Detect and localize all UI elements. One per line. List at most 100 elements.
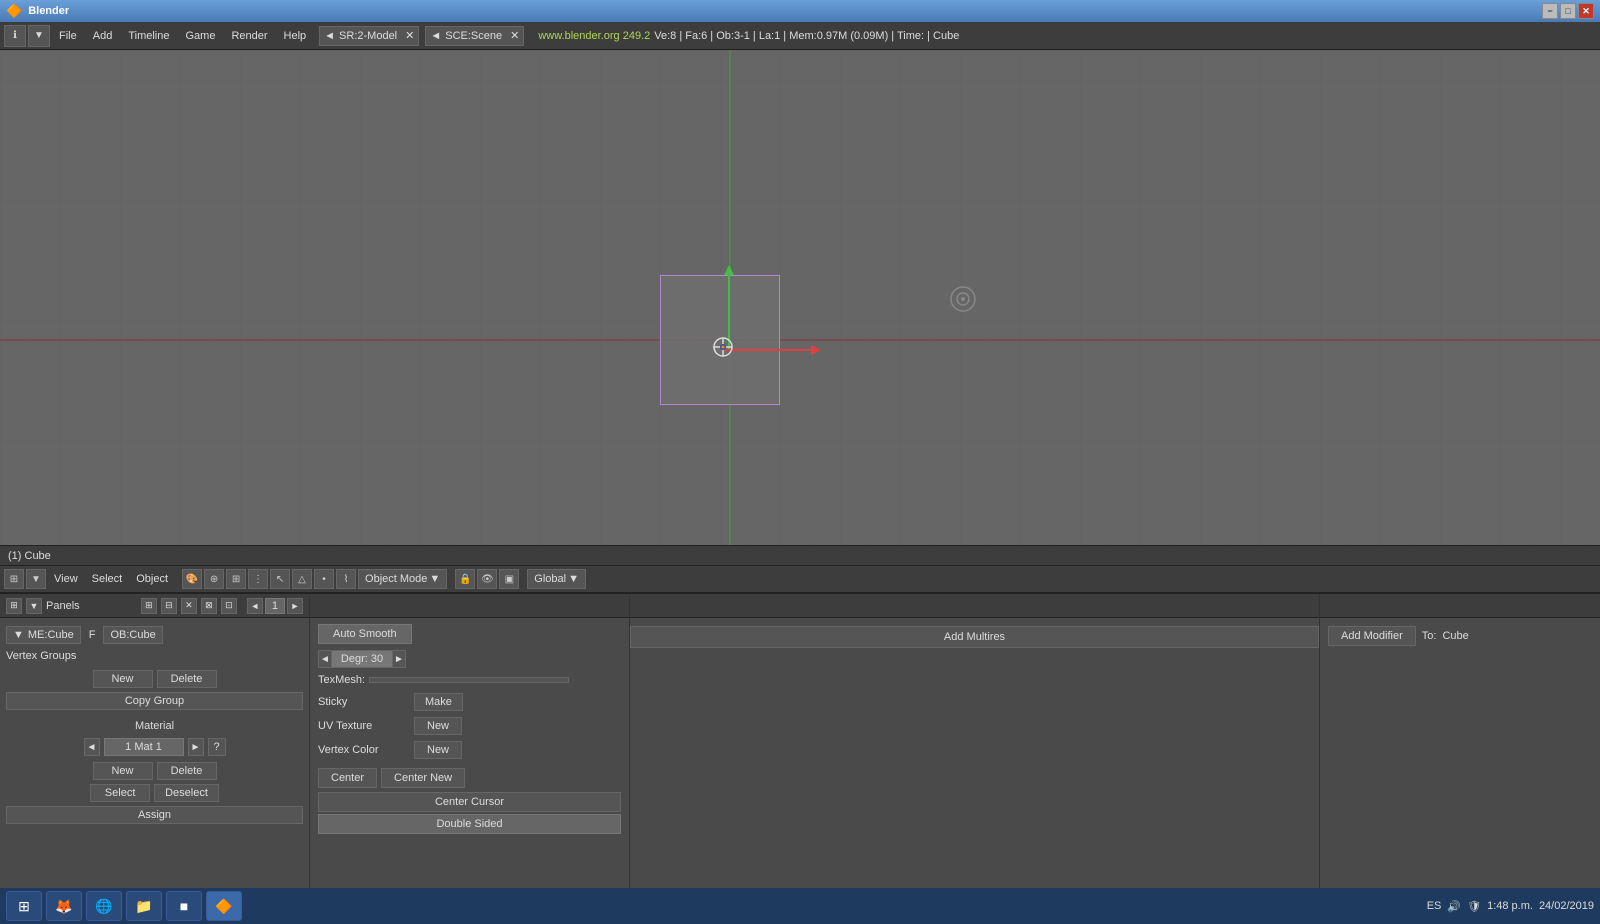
vtb-icon-snap[interactable]: ⊞	[226, 569, 246, 589]
menu-render[interactable]: Render	[224, 28, 274, 44]
prop-header-icon6[interactable]: ⊠	[201, 598, 217, 614]
sce-close[interactable]: ✕	[510, 29, 519, 42]
menu-info-icon[interactable]: ℹ	[4, 25, 26, 47]
titlebar: 🔶 Blender − □ ✕	[0, 0, 1600, 22]
vtb-view-menu[interactable]: View	[48, 571, 84, 587]
firefox-button[interactable]: 🦊	[46, 891, 82, 921]
titlebar-controls: − □ ✕	[1542, 3, 1594, 19]
vtb-icon-snap2[interactable]: ⋮	[248, 569, 268, 589]
viewport-3d[interactable]: (1) Cube	[0, 50, 1600, 565]
ob-dropdown[interactable]: OB:Cube	[103, 626, 162, 644]
sticky-row: Sticky Make	[310, 690, 629, 714]
mode-dropdown[interactable]: Object Mode ▼	[358, 569, 447, 589]
vc-new-btn[interactable]: New	[414, 741, 462, 759]
texmesh-field[interactable]	[369, 677, 569, 683]
vertex-color-label: Vertex Color	[318, 744, 408, 756]
double-sided-btn[interactable]: Double Sided	[318, 814, 621, 834]
center-new-btn[interactable]: Center New	[381, 768, 465, 788]
degr-right-arrow[interactable]: ►	[392, 650, 406, 668]
taskbar-right: ES 🔊 🛡 1:48 p.m. 24/02/2019	[1427, 900, 1594, 913]
cursor-3d	[712, 336, 734, 358]
mat-new-btn[interactable]: New	[93, 762, 153, 780]
firefox-icon: 🦊	[55, 898, 72, 915]
page-next[interactable]: ►	[287, 598, 303, 614]
vtb-icon-grid[interactable]: ⊞	[4, 569, 24, 589]
minimize-button[interactable]: −	[1542, 3, 1558, 19]
vtb-icon-tri[interactable]: △	[292, 569, 312, 589]
vg-new-btn[interactable]: New	[93, 670, 153, 688]
scene-arrow-left[interactable]: ◄	[324, 30, 335, 42]
y-axis-tip	[724, 265, 734, 275]
mat-select-btn[interactable]: Select	[90, 784, 150, 802]
menubar: ℹ ▼ File Add Timeline Game Render Help ◄…	[0, 22, 1600, 50]
vtb-icon-paint[interactable]: 🎨	[182, 569, 202, 589]
vtb-select-menu[interactable]: Select	[86, 571, 129, 587]
menu-add[interactable]: Add	[86, 28, 120, 44]
close-button[interactable]: ✕	[1578, 3, 1594, 19]
properties-mid-panel: Auto Smooth ◄ Degr: 30 ► TexMesh: Sticky…	[310, 594, 630, 888]
mat-next-btn[interactable]: ►	[188, 738, 204, 756]
menu-game[interactable]: Game	[178, 28, 222, 44]
texmesh-inner: TexMesh:	[318, 674, 621, 686]
mat-assign-row: Assign	[6, 806, 303, 824]
prop-header-icon1[interactable]: ⊞	[6, 598, 22, 614]
mat-delete-btn[interactable]: Delete	[157, 762, 217, 780]
folder-button[interactable]: 📁	[126, 891, 162, 921]
pivot-dropdown[interactable]: Global ▼	[527, 569, 586, 589]
uv-texture-row: UV Texture New	[310, 714, 629, 738]
auto-smooth-btn[interactable]: Auto Smooth	[318, 624, 412, 644]
vtb-icon-dot[interactable]: •	[314, 569, 334, 589]
menu-timeline[interactable]: Timeline	[121, 28, 176, 44]
make-btn[interactable]: Make	[414, 693, 463, 711]
panels-label: Panels	[46, 600, 80, 612]
mat-assign-btn[interactable]: Assign	[6, 806, 303, 824]
prop-header-icon7[interactable]: ⊡	[221, 598, 237, 614]
network-button[interactable]: 🌐	[86, 891, 122, 921]
properties-modifier-panel: Add Modifier To: Cube	[1320, 594, 1600, 888]
vtb-icon-arrow[interactable]: ↖	[270, 569, 290, 589]
menu-help[interactable]: Help	[277, 28, 314, 44]
prop-header-icon2[interactable]: ▼	[26, 598, 42, 614]
menu-file[interactable]: File	[52, 28, 84, 44]
menu-view-icon[interactable]: ▼	[28, 25, 50, 47]
app-title: Blender	[28, 5, 69, 17]
copy-group-btn[interactable]: Copy Group	[6, 692, 303, 710]
vtb-icon-curve[interactable]: ⌇	[336, 569, 356, 589]
scene-close[interactable]: ✕	[405, 29, 414, 42]
me-value: ME:Cube	[28, 629, 74, 641]
blender-taskbar-btn[interactable]: 🔶	[206, 891, 242, 921]
add-modifier-btn[interactable]: Add Modifier	[1328, 626, 1416, 646]
scene-dropdown[interactable]: ◄ SR:2-Model ✕	[319, 26, 419, 46]
start-button[interactable]: ⊞	[6, 891, 42, 921]
vtb-icon-square[interactable]: ▣	[499, 569, 519, 589]
vg-delete-btn[interactable]: Delete	[157, 670, 217, 688]
sce-arrow-left[interactable]: ◄	[430, 30, 441, 42]
to-label: To:	[1422, 630, 1437, 642]
mat-btn-row: New Delete	[6, 762, 303, 780]
center-btn[interactable]: Center	[318, 768, 377, 788]
mat-prev-btn[interactable]: ◄	[84, 738, 100, 756]
vtb-icon-lock[interactable]: 🔒	[455, 569, 475, 589]
me-ob-row: ▼ ME:Cube F OB:Cube	[6, 626, 303, 644]
texmesh-row: TexMesh:	[310, 670, 629, 690]
vtb-object-menu[interactable]: Object	[130, 571, 174, 587]
material-label: Material	[6, 720, 303, 732]
center-cursor-btn[interactable]: Center Cursor	[318, 792, 621, 812]
start-icon: ⊞	[18, 898, 30, 915]
mat-question-btn[interactable]: ?	[208, 738, 226, 756]
vtb-icon-magnet[interactable]: ⊛	[204, 569, 224, 589]
degr-left-arrow[interactable]: ◄	[318, 650, 332, 668]
prop-header-icon3[interactable]: ⊞	[141, 598, 157, 614]
mat-deselect-btn[interactable]: Deselect	[154, 784, 219, 802]
prop-header-icon4[interactable]: ⊟	[161, 598, 177, 614]
add-multires-btn[interactable]: Add Multires	[630, 626, 1319, 648]
me-dropdown[interactable]: ▼ ME:Cube	[6, 626, 81, 644]
maximize-button[interactable]: □	[1560, 3, 1576, 19]
vtb-icon-eye[interactable]: 👁	[477, 569, 497, 589]
page-prev[interactable]: ◄	[247, 598, 263, 614]
taskbar-app-btn[interactable]: ■	[166, 891, 202, 921]
sce-dropdown[interactable]: ◄ SCE:Scene ✕	[425, 26, 524, 46]
uv-new-btn[interactable]: New	[414, 717, 462, 735]
prop-header-icon5[interactable]: ✕	[181, 598, 197, 614]
vtb-icon-down[interactable]: ▼	[26, 569, 46, 589]
